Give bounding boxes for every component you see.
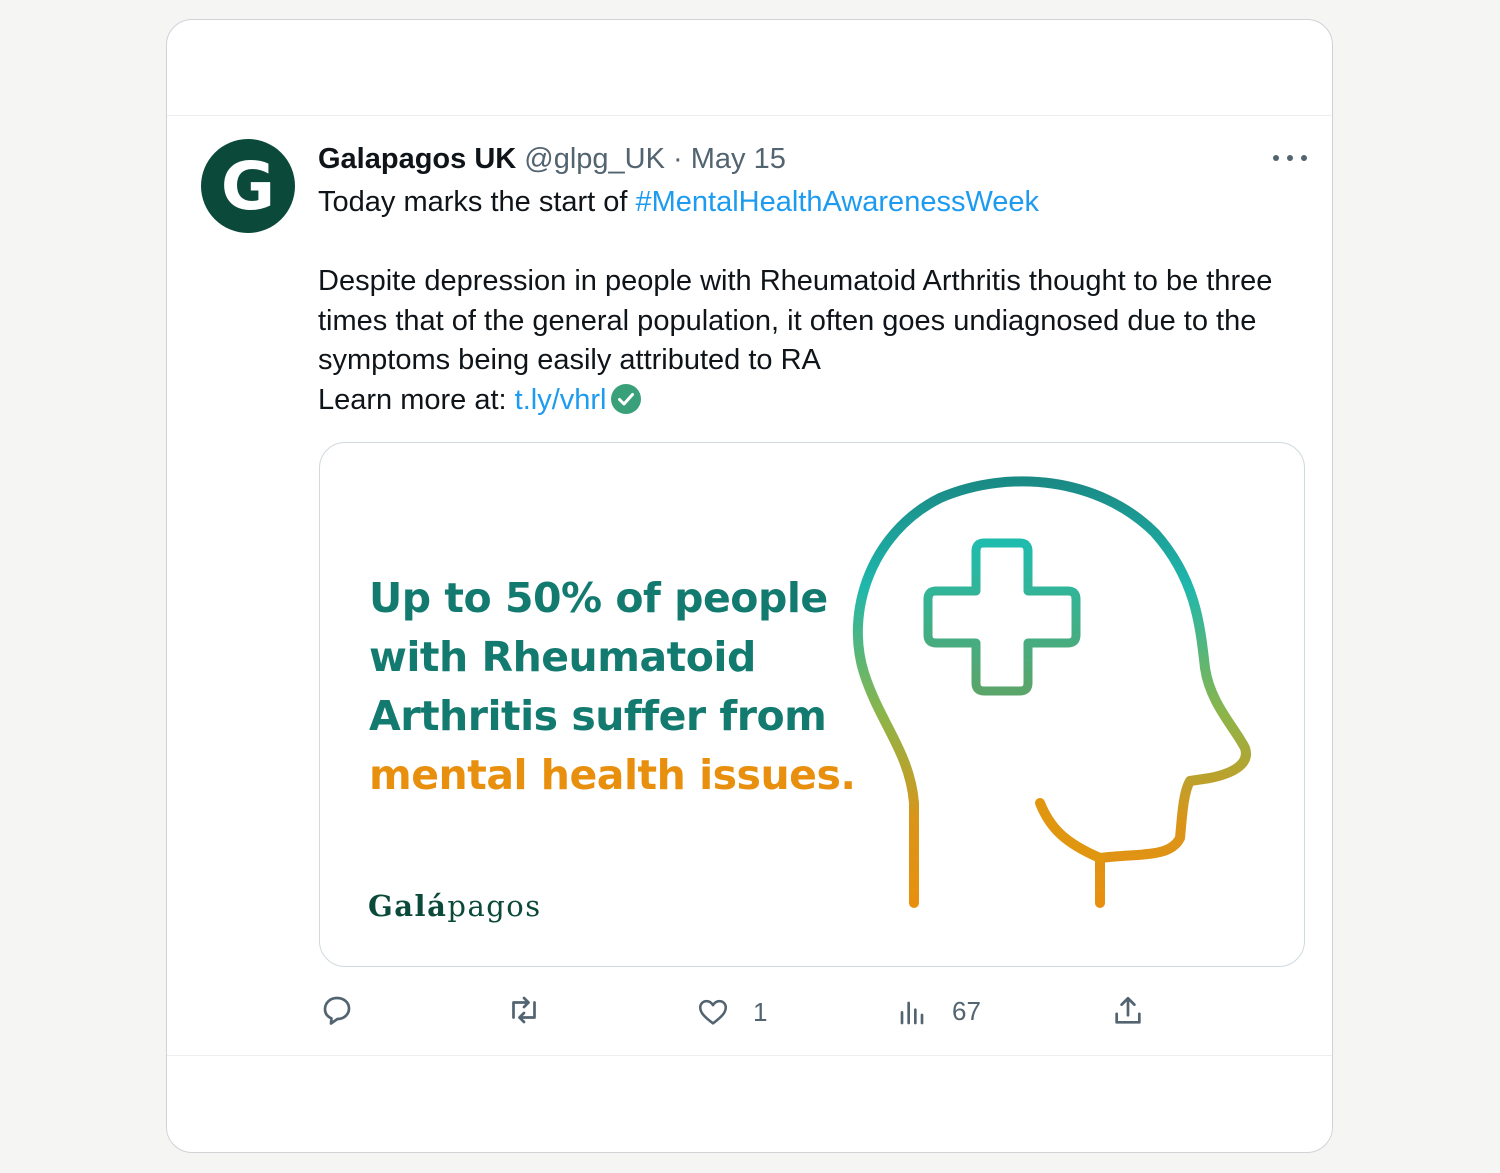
heart-icon: [698, 999, 728, 1025]
tweet-actions: 1 67: [167, 992, 1332, 1036]
retweet-icon: [512, 996, 536, 1024]
headline-line-2: with Rheumatoid: [369, 633, 756, 681]
headline-highlight: mental health issues.: [369, 751, 856, 799]
bottom-divider: [167, 1055, 1332, 1056]
display-name[interactable]: Galapagos UK: [318, 143, 516, 175]
tweet-header: Galapagos UK @glpg_UK · May 15: [318, 140, 786, 178]
retweet-button[interactable]: [505, 992, 565, 1028]
hashtag-link[interactable]: #MentalHealthAwarenessWeek: [636, 186, 1040, 218]
brand-logo: Galápagos: [368, 889, 542, 923]
more-options-icon[interactable]: [1273, 148, 1307, 168]
reply-icon: [323, 996, 351, 1025]
like-button[interactable]: 1: [695, 995, 767, 1029]
handle[interactable]: @glpg_UK: [524, 143, 665, 175]
share-icon: [1115, 996, 1141, 1024]
learn-more-line: Learn more at: t.ly/vhrl: [318, 381, 1313, 421]
learn-more-link[interactable]: t.ly/vhrl: [515, 384, 607, 416]
brand-bold: Galá: [368, 889, 448, 923]
media-card[interactable]: Up to 50% of people with Rheumatoid Arth…: [319, 442, 1305, 967]
line1-text: Today marks the start of: [318, 186, 636, 218]
tweet-body: Despite depression in people with Rheuma…: [318, 265, 1273, 376]
share-button[interactable]: [1111, 994, 1145, 1028]
like-count: 1: [753, 996, 768, 1027]
avatar-letter: G: [220, 147, 276, 225]
tweet-text: Today marks the start of #MentalHealthAw…: [318, 183, 1313, 420]
media-headline: Up to 50% of people with Rheumatoid Arth…: [369, 569, 889, 805]
headline-line-3: Arthritis suffer from: [369, 692, 827, 740]
views-button[interactable]: 67: [898, 995, 981, 1027]
views-icon: [900, 1001, 924, 1025]
tweet-date[interactable]: May 15: [691, 143, 786, 175]
separator: ·: [673, 143, 683, 175]
avatar[interactable]: G: [201, 139, 295, 233]
headline-line-1: Up to 50% of people: [369, 574, 828, 622]
views-count: 67: [952, 995, 981, 1026]
brand-rest: pagos: [447, 889, 542, 923]
learn-more-prefix: Learn more at:: [318, 383, 515, 416]
verified-check-icon: [610, 383, 641, 414]
reply-button[interactable]: [319, 992, 377, 1028]
tweet-line-1: Today marks the start of #MentalHealthAw…: [318, 183, 1313, 223]
top-divider: [167, 115, 1332, 116]
tweet-card: G Galapagos UK @glpg_UK · May 15 Today m…: [166, 19, 1333, 1153]
head-with-cross-icon: [852, 476, 1251, 908]
